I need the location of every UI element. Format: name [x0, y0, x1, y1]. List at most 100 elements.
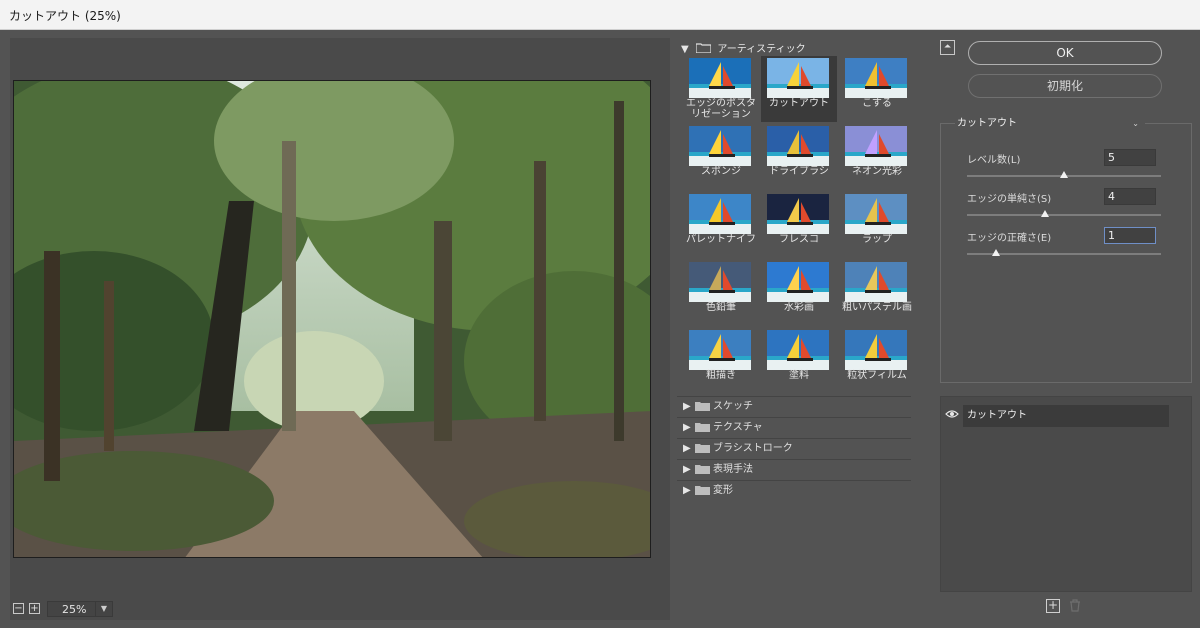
category-row[interactable]: ▶ 表現手法 [677, 459, 911, 479]
zoom-value: 25% [62, 603, 87, 616]
filter-thumbnail[interactable]: ドライブラシ [761, 124, 837, 190]
filter-thumbnail[interactable]: エッジのポスタリゼーション [683, 56, 759, 122]
filter-preview-image [845, 262, 907, 302]
filter-thumbnail[interactable]: パレットナイフ [683, 192, 759, 258]
filter-preview-image [767, 262, 829, 302]
effect-layers-list: カットアウト [940, 396, 1192, 592]
forest-path-image [14, 81, 650, 557]
filter-thumbnail-label: ラップ [862, 234, 892, 245]
filter-thumbnail[interactable]: ラップ [839, 192, 915, 258]
param-slider-handle[interactable] [992, 249, 1001, 256]
filter-thumbnail[interactable]: 水彩画 [761, 260, 837, 326]
filter-preview-image [689, 262, 751, 302]
filter-select[interactable]: カットアウト ⌄ [955, 116, 1145, 132]
window-title: カットアウト (25%) [9, 9, 121, 23]
category-label: 変形 [713, 485, 733, 496]
filter-thumbnail[interactable]: 粒状フィルム [839, 328, 915, 394]
filter-thumbnail-label: 粒状フィルム [847, 370, 907, 381]
settings-panel: ⏶ OK 初期化 カットアウト ⌄ レベル数(L) 5 エッジの単純さ(S) 4 エッジ… [920, 30, 1200, 628]
ok-button[interactable]: OK [968, 41, 1162, 65]
filter-thumbnail[interactable]: スポンジ [683, 124, 759, 190]
collapsed-arrow-icon: ▶ [683, 443, 691, 454]
filter-thumbnail[interactable]: 色鉛筆 [683, 260, 759, 326]
param-value-field[interactable]: 1 [1104, 227, 1156, 244]
filter-gallery-dialog: − + 25% ▼ ▼ アーティスティック エッジのポスタリゼーション カットアウ… [0, 30, 1200, 628]
filter-preview-image [845, 194, 907, 234]
param-label: レベル数(L) [967, 155, 1021, 166]
folder-icon [695, 43, 712, 54]
folder-icon [695, 485, 710, 495]
effect-layer-label: カットアウト [967, 410, 1027, 421]
filter-preview-image [767, 126, 829, 166]
filter-thumbnail-label: スポンジ [701, 166, 741, 177]
param-value-field[interactable]: 5 [1104, 149, 1156, 166]
plus-square-icon[interactable]: + [29, 603, 40, 614]
filter-select-value: カットアウト [957, 118, 1017, 129]
new-effect-layer-icon[interactable]: + [1046, 599, 1060, 613]
filter-preview-image [767, 330, 829, 370]
category-row[interactable]: ▶ 変形 [677, 480, 911, 500]
title-bar: カットアウト (25%) [0, 0, 1200, 30]
filter-thumbnail[interactable]: こする [839, 56, 915, 122]
param-slider-track[interactable] [967, 214, 1161, 216]
effect-layer-row[interactable]: カットアウト [963, 405, 1169, 427]
filter-thumbnail-label: ドライブラシ [769, 166, 829, 177]
folder-icon [695, 443, 710, 453]
collapsed-arrow-icon: ▶ [683, 464, 691, 475]
category-label: スケッチ [713, 401, 753, 412]
filter-thumbnail[interactable]: 塗料 [761, 328, 837, 394]
folder-icon [695, 464, 710, 474]
filter-preview-image [689, 58, 751, 98]
preview-pane[interactable]: − + 25% ▼ [10, 38, 670, 620]
reset-button[interactable]: 初期化 [968, 74, 1162, 98]
collapsed-arrow-icon: ▶ [683, 401, 691, 412]
param-value-field[interactable]: 4 [1104, 188, 1156, 205]
filter-thumbnail[interactable]: カットアウト [761, 56, 837, 122]
category-label: テクスチャ [713, 422, 763, 433]
filter-preview-image [845, 58, 907, 98]
category-row[interactable]: ▶ テクスチャ [677, 417, 911, 437]
filter-preview-image [845, 330, 907, 370]
filter-thumbnail-label: 色鉛筆 [706, 302, 736, 313]
filter-thumbnail-label: 粗描き [706, 370, 736, 381]
category-row[interactable]: ▶ スケッチ [677, 396, 911, 416]
param-row: エッジの正確さ(E) 1 [967, 227, 1167, 263]
zoom-select[interactable]: 25% ▼ [47, 601, 113, 617]
collapsed-arrow-icon: ▶ [683, 485, 691, 496]
chevron-down-icon: ⌄ [1132, 119, 1139, 128]
filter-thumbnail-label: ネオン光彩 [852, 166, 902, 177]
filter-thumbnail-label: フレスコ [779, 234, 819, 245]
collapsed-arrow-icon: ▶ [683, 422, 691, 433]
filter-preview-image [767, 58, 829, 98]
filter-preview-image [689, 126, 751, 166]
filter-thumbnail[interactable]: フレスコ [761, 192, 837, 258]
filter-settings: カットアウト ⌄ レベル数(L) 5 エッジの単純さ(S) 4 エッジの正確さ(E) 1 [940, 116, 1192, 383]
category-label: アーティスティック [717, 44, 806, 55]
eye-icon[interactable] [945, 408, 959, 418]
category-artistic[interactable]: ▼ アーティスティック [681, 40, 806, 55]
folder-icon [695, 401, 710, 411]
param-row: エッジの単純さ(S) 4 [967, 188, 1167, 224]
filter-thumbnail[interactable]: ネオン光彩 [839, 124, 915, 190]
filter-thumbnail[interactable]: 粗描き [683, 328, 759, 394]
minus-square-icon[interactable]: − [13, 603, 24, 614]
filter-thumbnail-label: 粗いパステル画 [842, 302, 912, 313]
preview-image[interactable] [13, 80, 651, 558]
filter-preview-image [767, 194, 829, 234]
param-slider-handle[interactable] [1060, 171, 1068, 178]
category-label: 表現手法 [713, 464, 753, 475]
expanded-arrow-icon: ▼ [681, 44, 689, 55]
filter-thumbnail-label: パレットナイフ [686, 234, 756, 245]
filter-preview-image [845, 126, 907, 166]
param-label: エッジの正確さ(E) [967, 233, 1052, 244]
filter-thumbnail[interactable]: 粗いパステル画 [839, 260, 915, 326]
collapse-gallery-icon[interactable]: ⏶ [940, 40, 955, 55]
category-row[interactable]: ▶ ブラシストローク [677, 438, 911, 458]
filter-thumbnail-label: 塗料 [789, 370, 809, 381]
param-slider-handle[interactable] [1040, 210, 1049, 217]
param-label: エッジの単純さ(S) [967, 194, 1052, 205]
chevron-down-icon[interactable]: ▼ [95, 602, 112, 616]
filter-gallery: ▼ アーティスティック エッジのポスタリゼーション カットアウト こするスポンジ ドラ… [677, 38, 913, 620]
filter-preview-image [689, 194, 751, 234]
trash-icon[interactable] [1068, 599, 1082, 613]
